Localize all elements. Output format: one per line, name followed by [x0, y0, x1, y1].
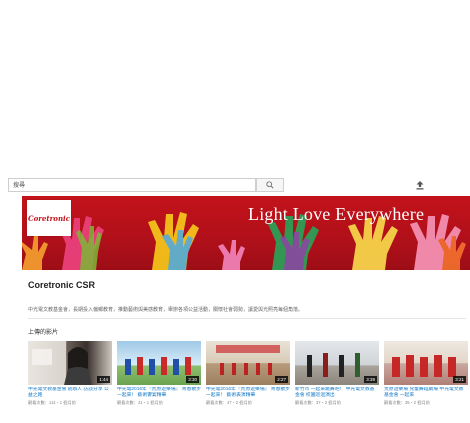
video-thumbnail[interactable]: 3:30: [117, 341, 201, 385]
video-thumbnail[interactable]: 3:21: [384, 341, 468, 385]
video-meta: 觀看次數：37・2 個月前: [295, 400, 341, 405]
video-meta: 觀看次數：35・2 個月前: [384, 400, 430, 405]
video-meta: 觀看次數：41・1 個月前: [117, 400, 163, 405]
video-title[interactable]: 中光電2016年『荒原遊樂場』 青春散步一起來！ 藝術饗宴精華: [117, 387, 201, 399]
search-input[interactable]: 搜尋: [8, 178, 256, 192]
uploads-section-title[interactable]: 上傳的影片: [28, 327, 58, 336]
channel-description: 中光電文教基金會，長期投入偏鄉教育，推動藝術與美感教育，舉辦各項公益活動，關懷社…: [28, 307, 304, 313]
video-duration: 1:44: [97, 376, 110, 383]
channel-banner: Coretronic Light Love Everywhere: [22, 196, 470, 270]
channel-logo[interactable]: Coretronic: [27, 200, 71, 236]
video-thumbnail[interactable]: 2:27: [206, 341, 290, 385]
video-title[interactable]: 新竹市 一起來跳舞吧！ 中光電文教基金會 校園巡迴演出: [295, 387, 379, 399]
channel-name[interactable]: Coretronic CSR: [28, 280, 95, 290]
top-bar: 搜尋: [0, 176, 470, 196]
banner-slogan: Light Love Everywhere: [248, 204, 425, 224]
search-icon: [266, 181, 274, 189]
video-duration: 2:27: [275, 376, 288, 383]
video-list: 1:44 中光電文教基金會 創辦人 訪談分享 公益之路 觀看次數：114・1 個…: [28, 341, 468, 416]
video-title[interactable]: 中光電文教基金會 創辦人 訪談分享 公益之路: [28, 387, 112, 399]
video-meta: 觀看次數：114・1 個月前: [28, 400, 76, 405]
video-thumbnail[interactable]: 3:39: [295, 341, 379, 385]
video-duration: 3:39: [364, 376, 377, 383]
video-thumbnail[interactable]: 1:44: [28, 341, 112, 385]
video-title[interactable]: 中光電2016年『荒原遊樂場』 青春散步一起來！ 藝術表演精華: [206, 387, 290, 399]
video-item[interactable]: 3:21 荒原遊樂場 兒童舞蹈劇場 中光電文教基金會 一起來 觀看次數：35・2…: [384, 341, 468, 416]
section-divider: [28, 318, 466, 319]
logo-text: Coretronic: [28, 213, 70, 223]
video-duration: 3:30: [186, 376, 199, 383]
video-item[interactable]: 3:39 新竹市 一起來跳舞吧！ 中光電文教基金會 校園巡迴演出 觀看次數：37…: [295, 341, 379, 416]
channel-page: Coretronic Light Love Everywhere Coretro…: [22, 196, 470, 418]
video-meta: 觀看次數：47・2 個月前: [206, 400, 252, 405]
video-duration: 3:21: [453, 376, 466, 383]
video-item[interactable]: 1:44 中光電文教基金會 創辦人 訪談分享 公益之路 觀看次數：114・1 個…: [28, 341, 112, 416]
upload-icon[interactable]: [414, 179, 426, 191]
search-button[interactable]: [256, 178, 284, 192]
video-title[interactable]: 荒原遊樂場 兒童舞蹈劇場 中光電文教基金會 一起來: [384, 387, 468, 399]
video-item[interactable]: 3:30 中光電2016年『荒原遊樂場』 青春散步一起來！ 藝術饗宴精華 觀看次…: [117, 341, 201, 416]
video-item[interactable]: 2:27 中光電2016年『荒原遊樂場』 青春散步一起來！ 藝術表演精華 觀看次…: [206, 341, 290, 416]
